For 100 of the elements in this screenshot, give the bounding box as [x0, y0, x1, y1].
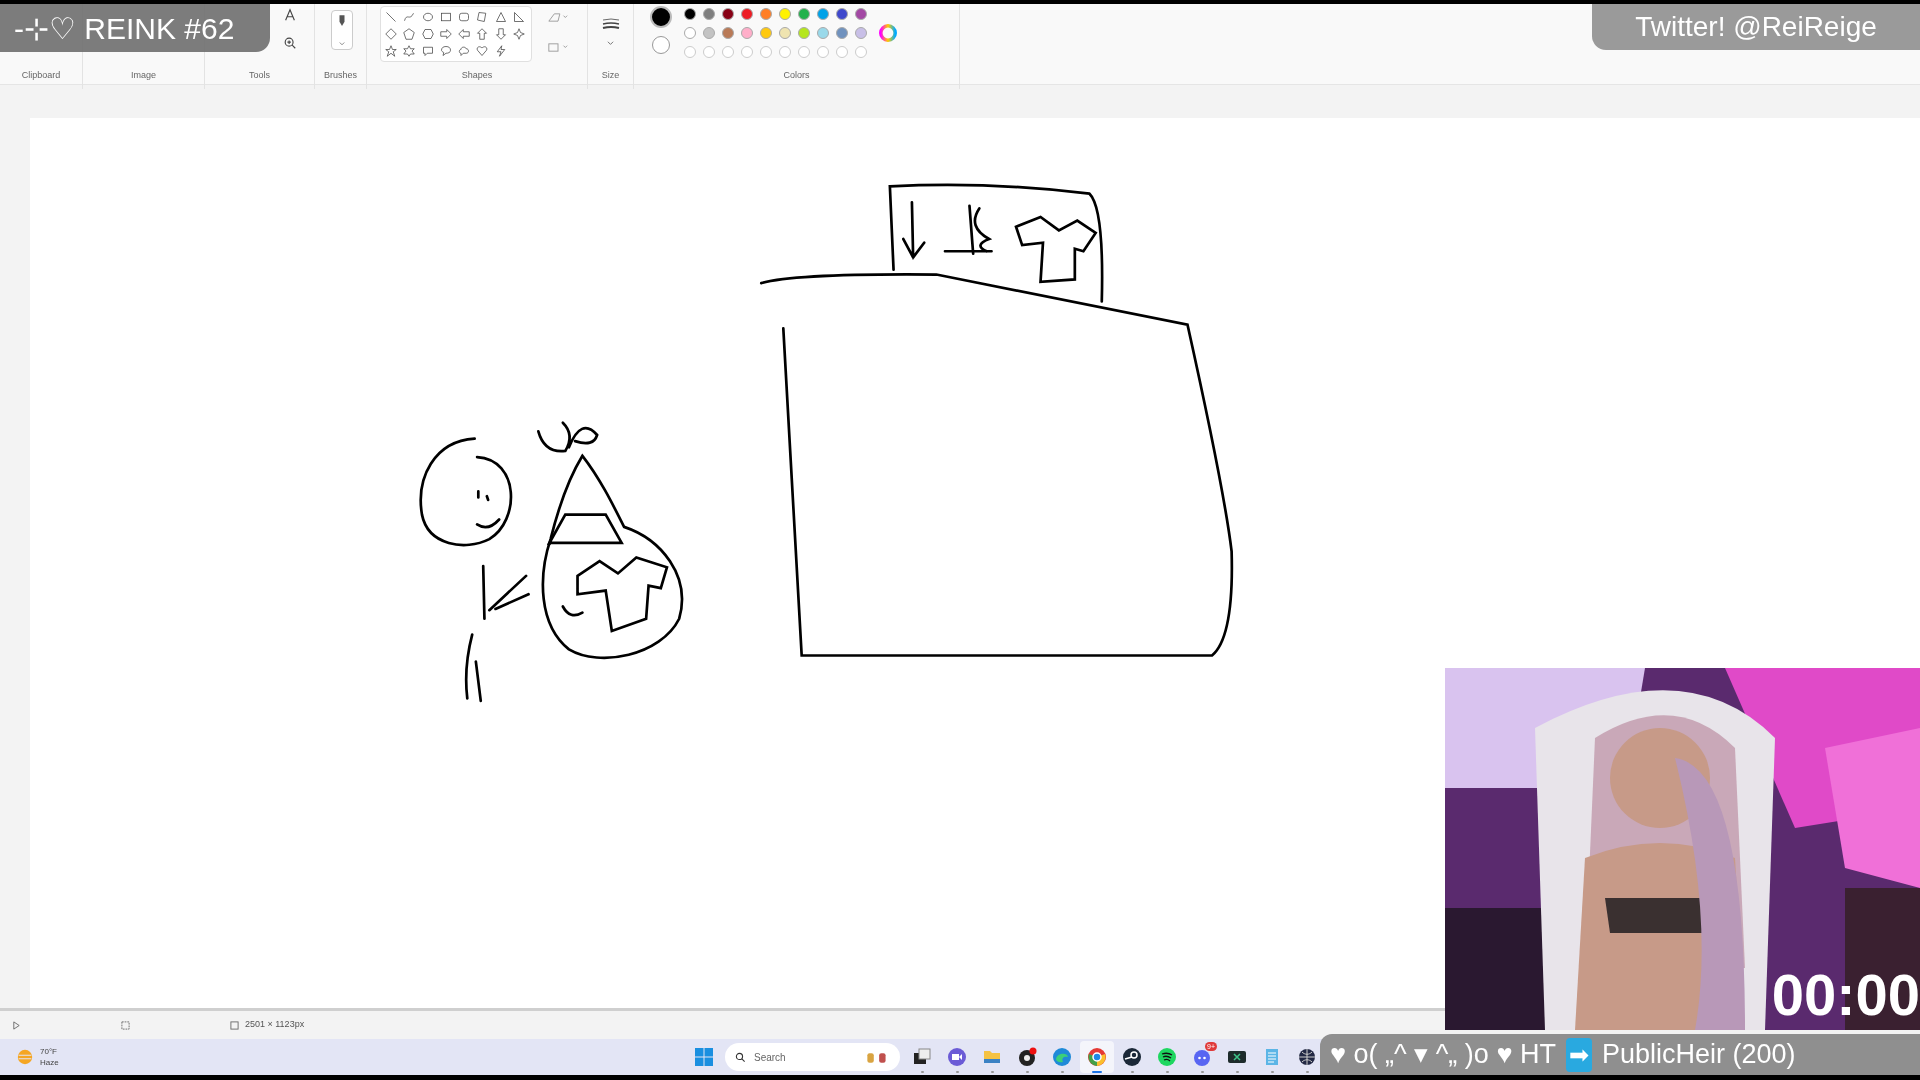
line-width-icon[interactable] [602, 18, 620, 30]
oval-icon[interactable] [421, 11, 434, 23]
steam-icon[interactable] [1122, 1047, 1142, 1067]
empty-color-slot[interactable] [722, 46, 734, 58]
color-swatch[interactable] [798, 8, 810, 20]
active-indicator [1092, 1071, 1102, 1073]
down-arrow-icon[interactable] [494, 28, 507, 40]
empty-color-slot[interactable] [760, 46, 772, 58]
active-indicator [1270, 1071, 1274, 1073]
secondary-color-swatch[interactable] [652, 36, 670, 54]
search-icon [735, 1051, 746, 1063]
group-label: Shapes [460, 69, 494, 82]
color-swatch[interactable] [836, 27, 848, 39]
active-indicator [1305, 1071, 1309, 1073]
polygon-icon[interactable] [476, 11, 489, 23]
text-tool-icon[interactable] [283, 8, 297, 22]
five-point-star-icon[interactable] [385, 45, 397, 57]
color-swatch[interactable] [760, 8, 772, 20]
weather-temperature: 70°F [40, 1046, 58, 1057]
group-label: Colors [782, 69, 811, 82]
color-swatch[interactable] [855, 8, 867, 20]
color-swatch[interactable] [741, 8, 753, 20]
color-swatch[interactable] [779, 27, 791, 39]
color-swatch[interactable] [817, 27, 829, 39]
pentagon-icon[interactable] [403, 28, 416, 40]
color-swatch[interactable] [855, 27, 867, 39]
group-label: Clipboard [20, 69, 62, 82]
color-swatch[interactable] [684, 8, 696, 20]
stream-title: -⊹♡ REINK #62 [14, 10, 235, 47]
empty-color-slot[interactable] [798, 46, 810, 58]
speech-bubble-icon[interactable] [421, 45, 434, 57]
heart-icon[interactable] [476, 45, 489, 57]
color-swatch[interactable] [798, 27, 810, 39]
weather-condition: Haze [40, 1057, 59, 1068]
right-arrow-icon[interactable] [439, 28, 452, 40]
primary-color-swatch[interactable] [650, 6, 672, 28]
empty-color-slot[interactable] [817, 46, 829, 58]
up-arrow-icon[interactable] [476, 28, 489, 40]
lightning-icon[interactable] [494, 45, 507, 57]
canvas-size: 2501 × 1123px [245, 1018, 305, 1032]
rectangle-icon[interactable] [439, 11, 452, 23]
four-point-star-icon[interactable] [512, 28, 525, 40]
browser-icon[interactable] [1087, 1047, 1107, 1067]
active-indicator [990, 1071, 994, 1073]
color-swatch[interactable] [779, 8, 791, 20]
empty-color-slot[interactable] [741, 46, 753, 58]
color-swatch[interactable] [817, 8, 829, 20]
empty-color-slot[interactable] [836, 46, 848, 58]
rounded-rectangle-icon[interactable] [458, 11, 470, 23]
wave-icon[interactable] [1052, 1047, 1072, 1067]
empty-color-slot[interactable] [703, 46, 715, 58]
chat-icon[interactable] [1192, 1047, 1212, 1067]
left-arrow-icon[interactable] [458, 28, 470, 40]
empty-color-slot[interactable] [779, 46, 791, 58]
hexagon-icon[interactable] [421, 28, 434, 40]
right-triangle-icon[interactable] [512, 11, 525, 23]
thought-bubble-icon[interactable] [458, 45, 470, 57]
social-handle: Twitter! @ReiReige [1635, 10, 1877, 44]
color-swatch[interactable] [684, 27, 696, 39]
empty-color-slot[interactable] [684, 46, 696, 58]
curve-icon[interactable] [403, 11, 416, 23]
six-point-star-icon[interactable] [403, 45, 416, 57]
active-indicator [1060, 1071, 1064, 1073]
color-swatch[interactable] [722, 8, 734, 20]
brush-button[interactable] [331, 10, 353, 50]
music-icon[interactable] [1157, 1047, 1177, 1067]
color-swatch[interactable] [722, 27, 734, 39]
line-icon[interactable] [385, 11, 397, 23]
group-label: Tools [248, 69, 271, 82]
diamond-icon[interactable] [385, 28, 397, 40]
color-swatch[interactable] [741, 27, 753, 39]
active-indicator [1130, 1071, 1134, 1073]
color-swatch[interactable] [760, 27, 772, 39]
empty-color-slot[interactable] [855, 46, 867, 58]
window-icon[interactable] [912, 1047, 932, 1067]
caret-icon[interactable] [607, 40, 614, 47]
zoom-icon[interactable] [283, 36, 297, 50]
chat-alert-user: PublicHeir (200) [1601, 1038, 1796, 1072]
search-field[interactable]: Search [725, 1043, 900, 1071]
recorder-icon[interactable] [1017, 1047, 1037, 1067]
group-label: Image [130, 69, 157, 82]
color-wheel-icon[interactable] [879, 24, 897, 42]
triangle-icon[interactable] [494, 11, 507, 23]
active-indicator [955, 1071, 959, 1073]
group-label: Size [600, 69, 621, 82]
outline-icon[interactable] [547, 12, 569, 23]
color-swatch[interactable] [836, 8, 848, 20]
color-swatch[interactable] [703, 8, 715, 20]
color-swatch[interactable] [703, 27, 715, 39]
chat-alert-message: ♥ o( „^ ▾ ^„ )o ♥ HT [1330, 1038, 1556, 1072]
active-indicator [1235, 1071, 1239, 1073]
caret-icon [339, 41, 345, 47]
video-camera-icon[interactable] [947, 1047, 967, 1067]
active-indicator [1025, 1071, 1029, 1073]
globe-icon[interactable] [1297, 1047, 1317, 1067]
timer: 00:00 [1771, 966, 1920, 1024]
windows-icon[interactable] [694, 1047, 714, 1067]
selection-icon [121, 1020, 130, 1030]
speech-bubble-icon[interactable] [439, 45, 452, 57]
active-indicator [1165, 1071, 1169, 1073]
